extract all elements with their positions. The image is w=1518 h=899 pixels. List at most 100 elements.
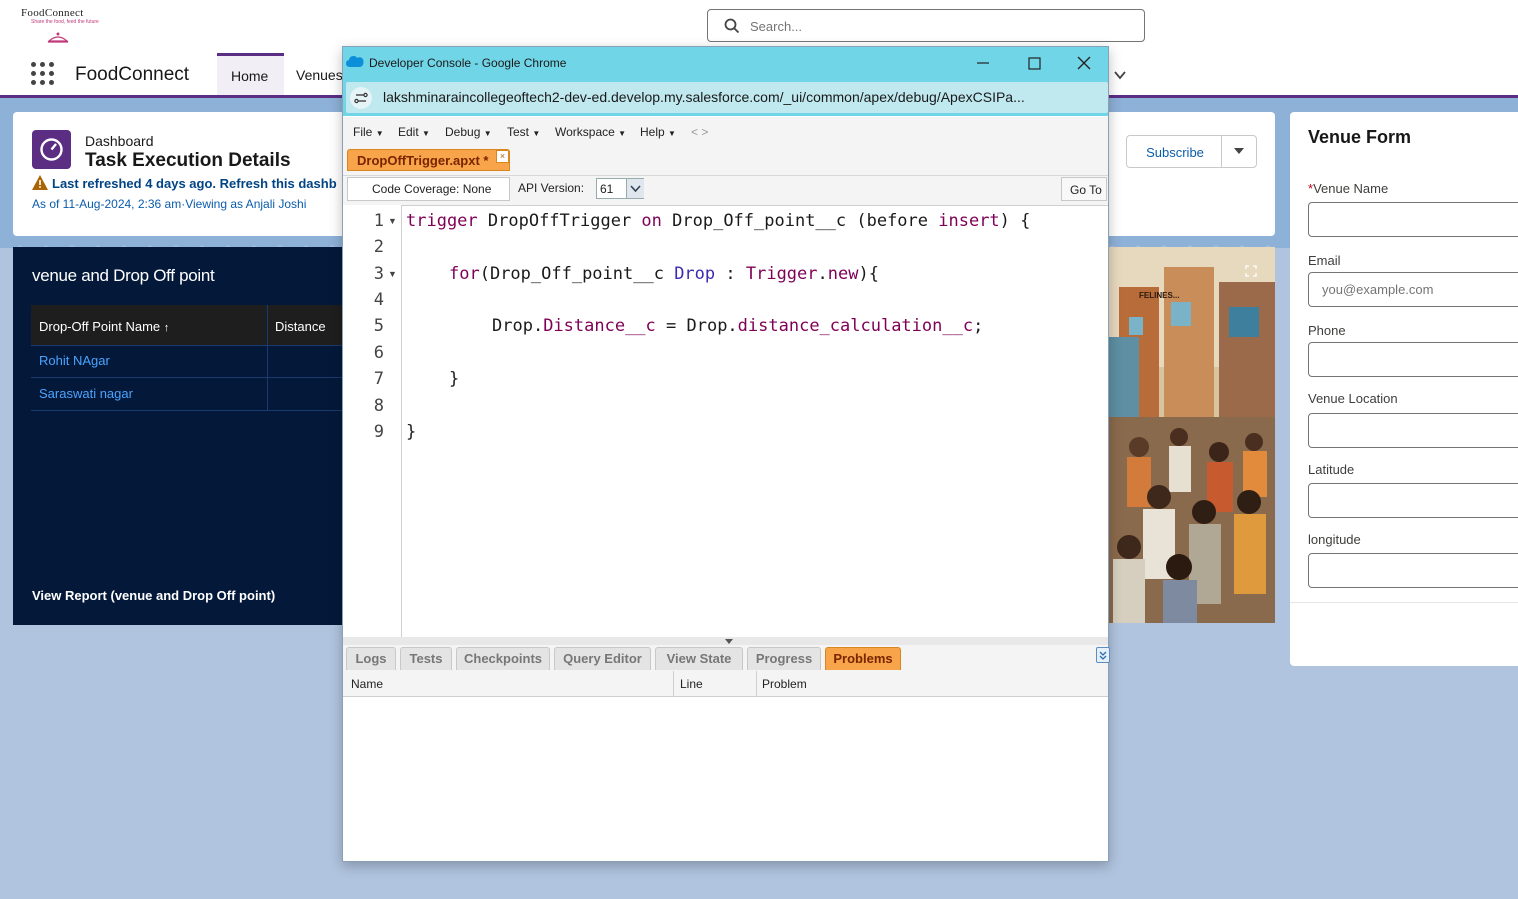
goto-label: Go To: [1070, 183, 1102, 197]
close-tab-icon[interactable]: ×: [496, 150, 509, 163]
menu-file[interactable]: File ▼: [353, 125, 384, 139]
global-search-input[interactable]: Search...: [707, 9, 1145, 42]
dashboard-actions-dropdown[interactable]: [1221, 135, 1257, 168]
api-version-label: API Version:: [518, 181, 585, 195]
phone-label: Phone: [1308, 323, 1346, 338]
line-number: 6: [373, 343, 384, 363]
column-header-problem[interactable]: Problem: [762, 677, 807, 691]
tab-view-state[interactable]: View State: [655, 647, 743, 670]
code-line-9[interactable]: }: [406, 422, 416, 442]
menu-test[interactable]: Test ▼: [507, 125, 540, 139]
dashboard-title: Task Execution Details: [85, 150, 291, 171]
line-number: 3: [373, 264, 384, 284]
dropoff-link-rohit-nagar[interactable]: Rohit NAgar: [39, 353, 110, 368]
close-icon: [1077, 56, 1091, 70]
column-header-line[interactable]: Line: [680, 677, 703, 691]
minimize-button[interactable]: [963, 49, 1003, 77]
column-divider: [267, 305, 268, 410]
tab-logs[interactable]: Logs: [346, 647, 396, 670]
close-button[interactable]: [1064, 49, 1104, 77]
column-header-distance[interactable]: Distance: [275, 319, 326, 334]
search-icon: [724, 18, 740, 34]
sort-ascending-icon: ↑: [163, 322, 170, 334]
goto-button[interactable]: Go To: [1061, 177, 1107, 201]
venue-location-input[interactable]: [1308, 413, 1518, 448]
latitude-input[interactable]: [1308, 483, 1518, 518]
column-header-dropoff-name[interactable]: Drop-Off Point Name ↑: [39, 319, 169, 334]
history-nav-arrows[interactable]: < >: [691, 125, 708, 139]
maximize-button[interactable]: [1014, 49, 1054, 77]
tab-home-label: Home: [231, 68, 269, 84]
panel-splitter[interactable]: [343, 637, 1108, 645]
email-label: Email: [1308, 253, 1341, 268]
form-divider: [1290, 602, 1518, 603]
code-line-7[interactable]: }: [449, 369, 459, 389]
salesforce-cloud-icon: [346, 56, 364, 67]
minimize-icon: [977, 62, 989, 64]
longitude-input[interactable]: [1308, 553, 1518, 588]
refresh-warning-text: Last refreshed 4 days ago. Refresh this …: [52, 176, 337, 191]
column-header-name[interactable]: Name: [351, 677, 383, 691]
caret-down-icon: [1234, 148, 1244, 154]
email-placeholder: you@example.com: [1322, 282, 1434, 297]
chevron-down-icon[interactable]: [1113, 68, 1127, 82]
tab-home[interactable]: Home: [217, 53, 284, 95]
view-report-link[interactable]: View Report (venue and Drop Off point): [32, 588, 275, 603]
subscribe-label: Subscribe: [1146, 145, 1204, 160]
latitude-label: Latitude: [1308, 462, 1355, 477]
line-number: 9: [373, 422, 384, 442]
column-divider: [673, 671, 674, 696]
collapse-panel-icon[interactable]: [1096, 647, 1110, 663]
code-line-5[interactable]: Drop.Distance__c = Drop.distance_calcula…: [492, 316, 983, 336]
venue-name-input[interactable]: [1308, 202, 1518, 237]
phone-input[interactable]: [1308, 342, 1518, 377]
warning-icon: [32, 175, 48, 190]
app-name: FoodConnect: [75, 64, 190, 85]
splitter-handle-icon: [725, 639, 733, 644]
dashboard-type-label: Dashboard: [85, 133, 154, 149]
fold-toggle-icon[interactable]: ▼: [388, 269, 397, 279]
api-version-dropdown-button[interactable]: [626, 179, 644, 198]
url-text: lakshminaraincollegeoftech2-dev-ed.devel…: [383, 89, 1025, 105]
refresh-warning[interactable]: Last refreshed 4 days ago. Refresh this …: [32, 175, 337, 191]
tab-checkpoints[interactable]: Checkpoints: [456, 647, 550, 670]
illustration-sign: FELINES...: [1139, 291, 1180, 300]
tab-query-editor[interactable]: Query Editor: [554, 647, 651, 670]
tab-tests[interactable]: Tests: [400, 647, 452, 670]
line-number: 5: [373, 316, 384, 336]
line-number: 8: [373, 396, 384, 416]
email-input[interactable]: you@example.com: [1308, 272, 1518, 307]
longitude-label: longitude: [1308, 532, 1361, 547]
code-line-3[interactable]: for(Drop_Off_point__c Drop : Trigger.new…: [449, 264, 879, 284]
logo-icon: [47, 32, 69, 43]
site-info-icon[interactable]: [350, 87, 372, 109]
logo-title: FoodConnect: [21, 7, 84, 19]
menu-debug[interactable]: Debug ▼: [445, 125, 492, 139]
venue-name-label: *Venue Name: [1308, 181, 1388, 196]
fold-toggle-icon[interactable]: ▼: [388, 216, 397, 226]
crowd-illustration: FELINES...: [1109, 247, 1275, 623]
problems-grid-header: [343, 671, 1108, 697]
dashboard-as-of: As of 11-Aug-2024, 2:36 am·Viewing as An…: [32, 197, 307, 211]
tab-progress[interactable]: Progress: [747, 647, 821, 670]
menu-help[interactable]: Help ▼: [640, 125, 676, 139]
chevron-down-icon: [630, 185, 641, 193]
tab-venues[interactable]: Venues: [296, 67, 343, 83]
code-line-1[interactable]: trigger DropOffTrigger on Drop_Off_point…: [406, 211, 1030, 231]
venue-form-title: Venue Form: [1308, 127, 1412, 147]
tab-problems[interactable]: Problems: [825, 647, 901, 670]
menu-workspace[interactable]: Workspace ▼: [555, 125, 626, 139]
dashboard-icon: [32, 130, 71, 169]
app-launcher-icon[interactable]: [31, 62, 55, 86]
dropoff-link-saraswati-nagar[interactable]: Saraswati nagar: [39, 386, 133, 401]
code-coverage-label: Code Coverage: None: [372, 182, 492, 196]
line-number: 7: [373, 369, 384, 389]
venue-location-label: Venue Location: [1308, 391, 1398, 406]
line-number: 2: [373, 237, 384, 257]
subscribe-button[interactable]: Subscribe: [1126, 135, 1222, 168]
menu-edit[interactable]: Edit ▼: [398, 125, 430, 139]
file-tab-label: DropOffTrigger.apxt *: [357, 153, 489, 168]
line-number: 1: [373, 211, 384, 231]
expand-icon[interactable]: [1245, 265, 1257, 277]
logo-tagline: Share the food, feed the future: [31, 19, 99, 25]
